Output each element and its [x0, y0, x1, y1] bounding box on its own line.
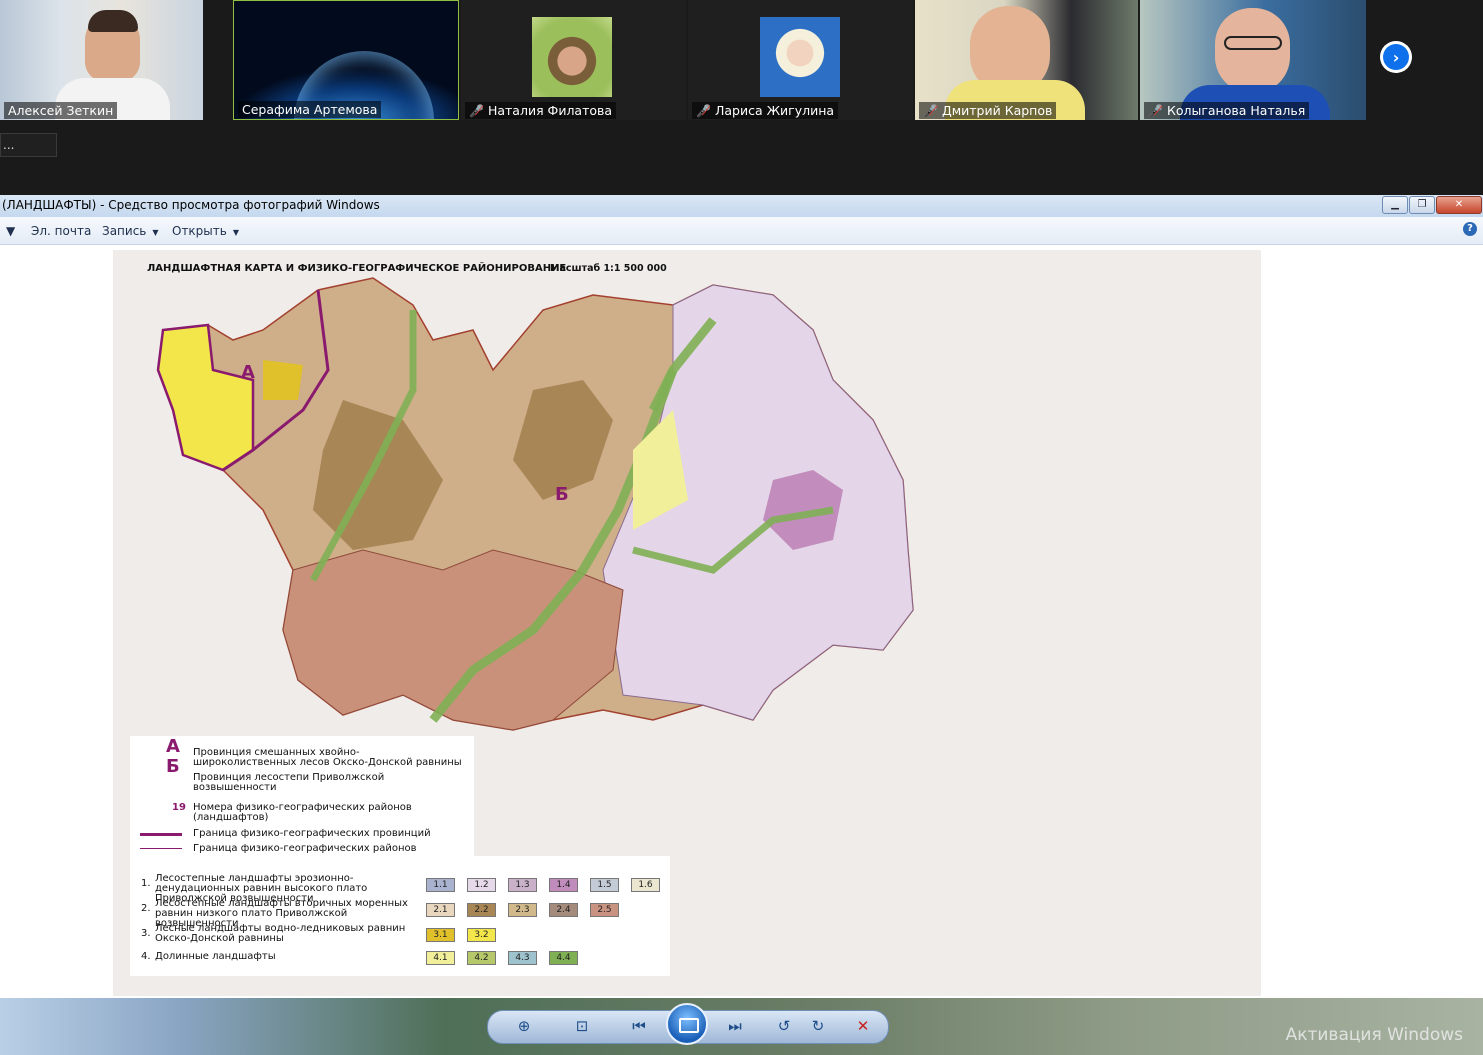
mic-muted-icon: 🎤̸ [923, 104, 938, 118]
menu-mail[interactable]: Эл. почта [31, 224, 91, 238]
dropdown-caret-icon: ▼ [152, 228, 159, 237]
menu-caret-icon[interactable]: ▼ [6, 224, 15, 238]
legend-swatch: 4.4 [549, 951, 578, 965]
legend-group-num: 2. [141, 903, 151, 914]
mic-muted-icon: 🎤̸ [1148, 104, 1163, 118]
legend-swatch: 4.2 [467, 951, 496, 965]
legend-group-num: 1. [141, 878, 151, 889]
landscape-map: ЛАНДШАФТНАЯ КАРТА И ФИЗИКО-ГЕОГРАФИЧЕСКО… [113, 250, 1261, 996]
participant-tile[interactable]: Алексей Зеткин [0, 0, 203, 120]
avatar [760, 17, 840, 97]
delete-icon[interactable]: ✕ [852, 1016, 874, 1036]
actual-size-icon[interactable]: ⊡ [571, 1016, 593, 1036]
legend-swatch: 2.4 [549, 903, 578, 917]
legend-swatch: 1.1 [426, 878, 455, 892]
slideshow-icon [679, 1018, 699, 1033]
legend-swatch: 1.4 [549, 878, 578, 892]
legend-group-label: Лесные ландшафты водно-ледниковых равнин… [155, 923, 406, 944]
photo-viewer-window: (ЛАНДШАФТЫ) - Средство просмотра фотогра… [0, 195, 1483, 1055]
dropdown-caret-icon: ▼ [232, 228, 239, 237]
legend-group-num: 3. [141, 928, 151, 939]
legend-swatch: 1.6 [631, 878, 660, 892]
video-strip: Алексей Зеткин Серафима Артемова 🎤̸ Натал… [0, 0, 1483, 195]
legend-swatch: 1.5 [590, 878, 619, 892]
participant-tile[interactable]: 🎤̸ Лариса Жигулина [688, 0, 913, 120]
legend-swatch: 2.2 [467, 903, 496, 917]
next-page-button[interactable]: › [1380, 41, 1412, 73]
legend-swatch: 2.3 [508, 903, 537, 917]
close-button[interactable]: ✕ [1436, 196, 1482, 214]
maximize-button[interactable]: ❐ [1409, 196, 1435, 214]
legend-swatch: 4.1 [426, 951, 455, 965]
menu-open[interactable]: Открыть ▼ [172, 224, 239, 238]
participant-tile-active[interactable]: Серафима Артемова [233, 0, 459, 120]
mic-muted-icon: 🎤̸ [469, 104, 484, 118]
legend-swatch: 4.3 [508, 951, 537, 965]
province-letter: А [241, 362, 255, 383]
viewer-controls: ⊕ ⊡ ⏮ ⏭ ↺ ↻ ✕ Активация Windows [0, 998, 1483, 1055]
participant-name: Алексей Зеткин [4, 102, 118, 119]
legend-swatch: 1.2 [467, 878, 496, 892]
next-icon[interactable]: ⏭ [724, 1016, 746, 1036]
image-area: ЛАНДШАФТНАЯ КАРТА И ФИЗИКО-ГЕОГРАФИЧЕСКО… [0, 245, 1483, 997]
participant-tile[interactable]: 🎤̸ Колыганова Наталья [1140, 0, 1366, 120]
legend-letter: А [166, 736, 180, 757]
legend-group-num: 4. [141, 951, 151, 962]
landscape-20 [263, 360, 303, 400]
rotate-left-icon[interactable]: ↺ [773, 1016, 795, 1036]
help-icon[interactable]: ? [1463, 222, 1477, 236]
chevron-right-icon: › [1383, 44, 1409, 70]
title-bar: (ЛАНДШАФТЫ) - Средство просмотра фотогра… [0, 195, 1483, 218]
rotate-right-icon[interactable]: ↻ [807, 1016, 829, 1036]
legend-text: Провинция лесостепи Приволжской возвышен… [193, 772, 385, 793]
legend-number: 19 [172, 802, 186, 813]
legend-text: Номера физико-географических районов (ла… [193, 802, 412, 823]
minimize-button[interactable]: ▁ [1382, 196, 1408, 214]
province-letter: Б [555, 484, 569, 505]
window-title: (ЛАНДШАФТЫ) - Средство просмотра фотогра… [2, 198, 380, 212]
legend-text: Провинция смешанных хвойно-широколиствен… [193, 747, 462, 768]
legend-letter: Б [166, 756, 180, 777]
participant-name: 🎤̸ Наталия Филатова [465, 102, 617, 119]
zoom-icon[interactable]: ⊕ [513, 1016, 535, 1036]
menu-record[interactable]: Запись ▼ [102, 224, 159, 238]
legend-swatch: 2.5 [590, 903, 619, 917]
participant-tile[interactable]: 🎤̸ Дмитрий Карпов [915, 0, 1138, 120]
participant-tile[interactable]: 🎤̸ Наталия Филатова [461, 0, 686, 120]
mic-muted-icon: 🎤̸ [696, 104, 711, 118]
participant-name: 🎤̸ Дмитрий Карпов [919, 102, 1057, 119]
participant-name: 🎤̸ Колыганова Наталья [1144, 102, 1310, 119]
participant-name: 🎤̸ Лариса Жигулина [692, 102, 839, 119]
legend-swatch: 2.1 [426, 903, 455, 917]
legend-landscapes: 1. Лесостепные ландшафты эрозионно-денуд… [130, 856, 670, 976]
district-boundary-swatch [140, 848, 182, 849]
legend-text: Граница физико-географических районов [193, 843, 417, 854]
windows-activation-watermark: Активация Windows [1285, 1025, 1463, 1045]
participant-name: Серафима Артемова [238, 101, 382, 118]
legend-text: Граница физико-географических провинций [193, 828, 431, 839]
legend-provinces: А Б Провинция смешанных хвойно-широколис… [130, 736, 474, 856]
legend-swatch: 3.1 [426, 928, 455, 942]
legend-group-label: Долинные ландшафты [155, 951, 276, 962]
legend-swatch: 3.2 [467, 928, 496, 942]
more-field[interactable]: ... [0, 133, 57, 157]
legend-swatch: 1.3 [508, 878, 537, 892]
slideshow-button[interactable] [666, 1003, 708, 1045]
avatar [532, 17, 612, 97]
previous-icon[interactable]: ⏮ [628, 1016, 650, 1036]
menu-bar: ▼ Эл. почта Запись ▼ Открыть ▼ ? [0, 217, 1483, 245]
province-boundary-swatch [140, 833, 182, 836]
